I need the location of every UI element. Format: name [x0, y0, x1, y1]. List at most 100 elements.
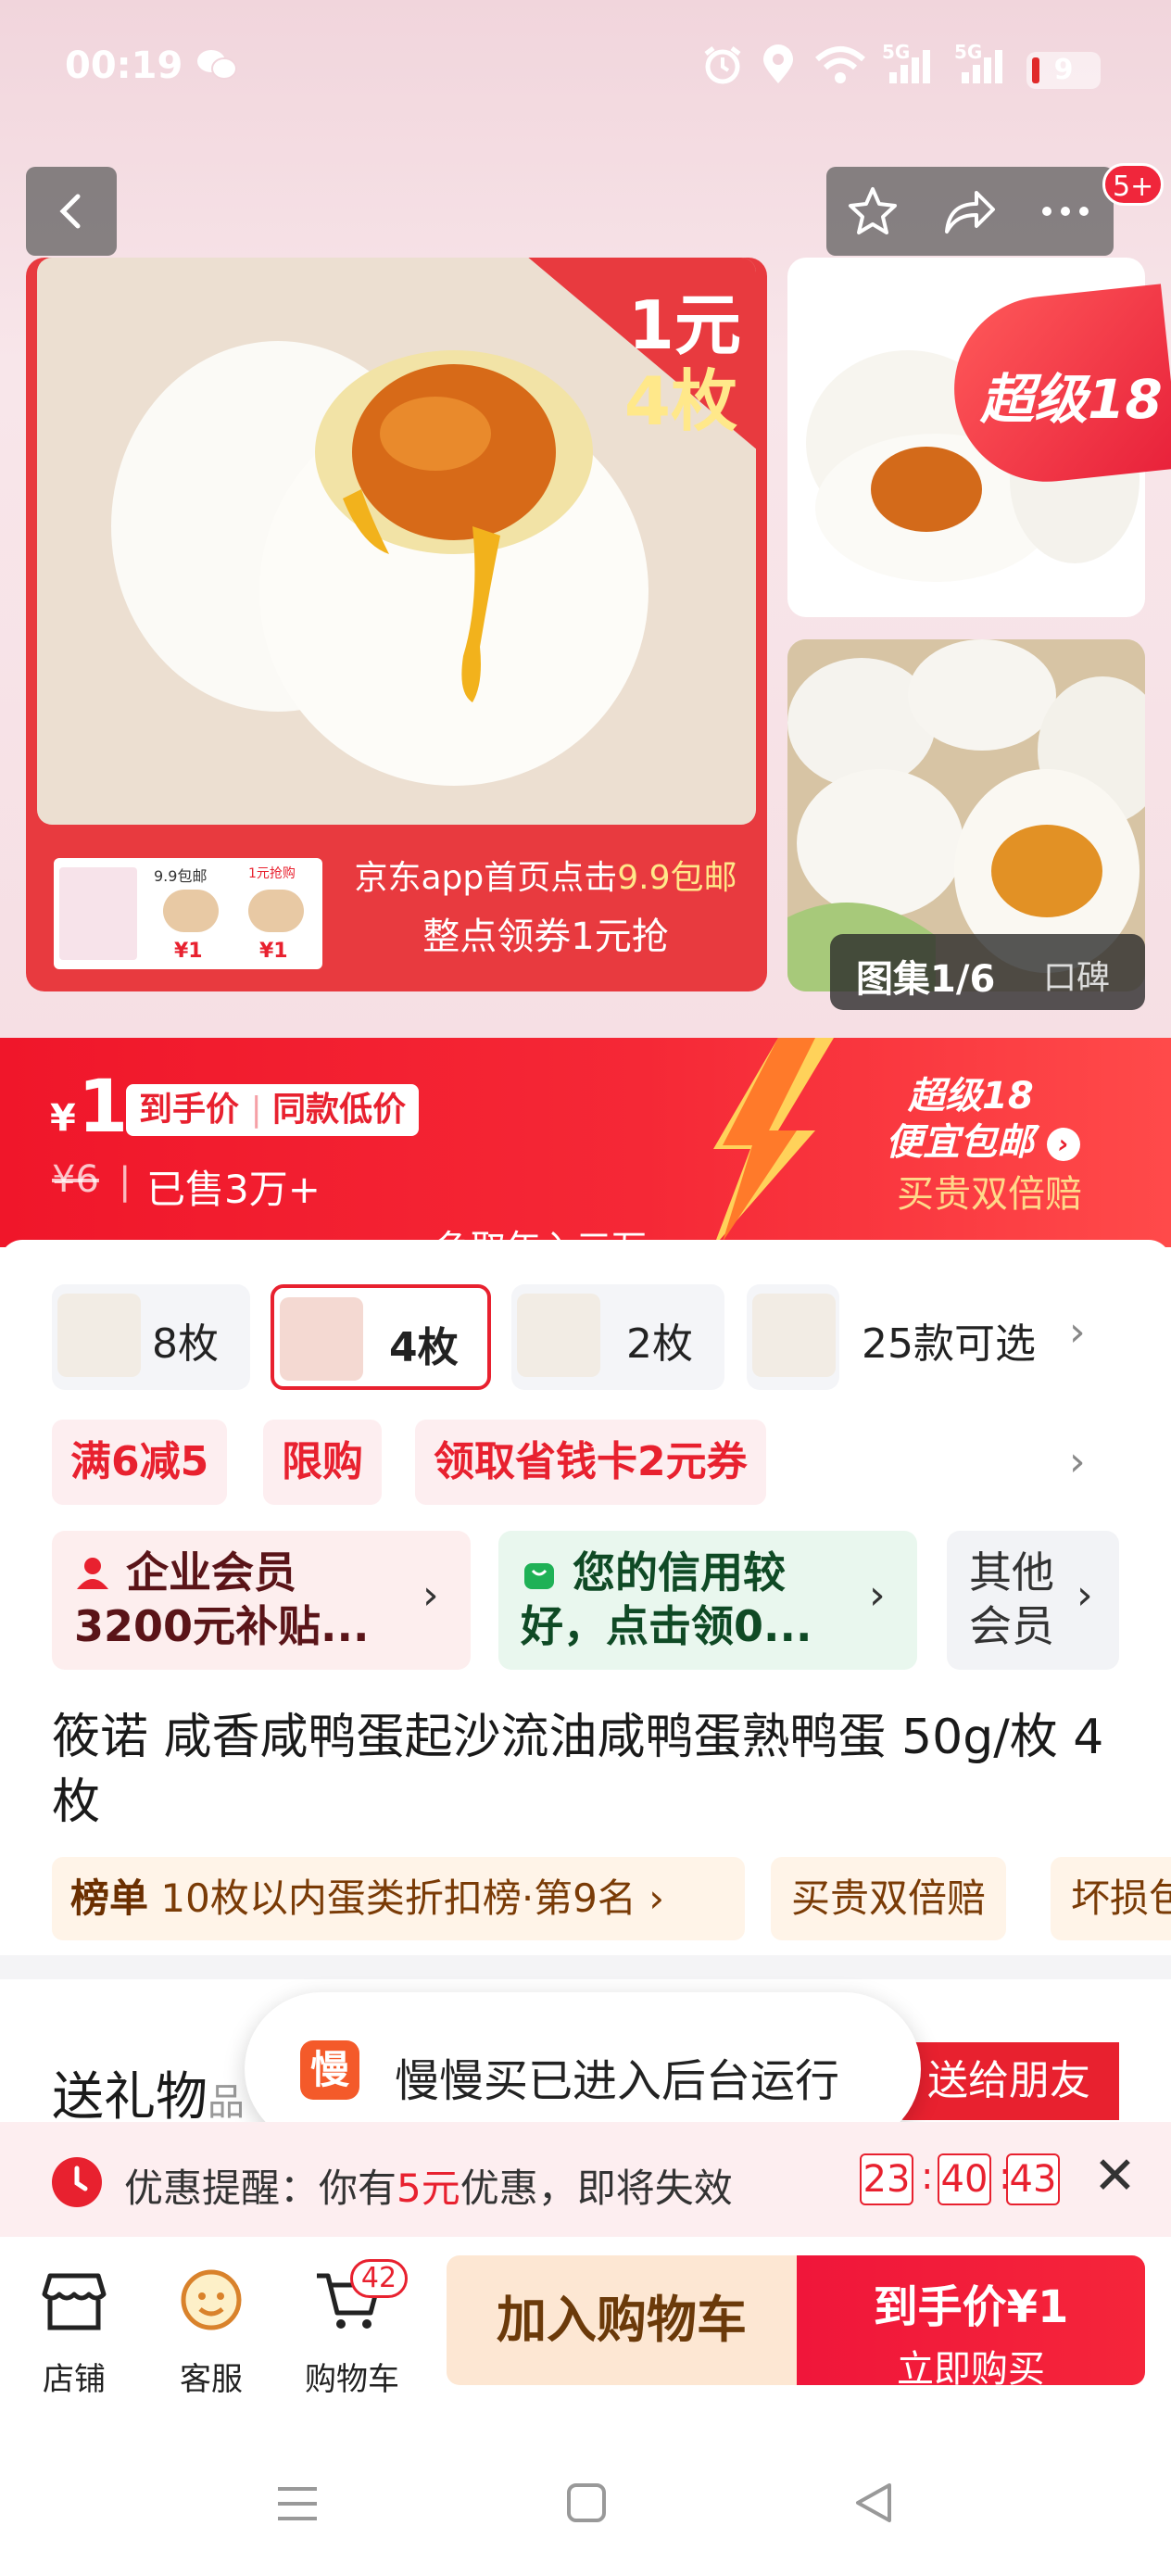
- price-value: 1: [78, 1066, 129, 1149]
- promo-line1: 京东app首页点击9.9包邮: [328, 851, 763, 899]
- location-icon: [763, 44, 793, 83]
- variant-thumb: [752, 1294, 836, 1377]
- status-bar: 00:19 5G 5G 9: [0, 0, 1171, 139]
- buy-now-button[interactable]: 到手价¥1 立即购买: [797, 2255, 1145, 2391]
- damage-guarantee-tag: 坏损包: [1051, 1857, 1171, 1940]
- back-nav-icon[interactable]: [852, 2481, 895, 2524]
- super18-subtitle-text: 便宜包邮: [886, 1121, 1034, 1164]
- variant-thumb: [280, 1297, 363, 1381]
- store-icon[interactable]: [37, 2263, 111, 2337]
- signal-icon: [889, 50, 930, 83]
- variant-8[interactable]: 8枚: [52, 1284, 250, 1390]
- other-member-card[interactable]: 其他 会员 ›: [947, 1531, 1119, 1670]
- countdown-minutes: 40: [938, 2153, 991, 2205]
- promo-thumbnail: 9.9包邮 1元抢购 ¥1 ¥1: [54, 858, 322, 969]
- discount-reminder-bar: 优惠提醒：你有5元优惠，即将失效 23 : 40 : 43 ✕: [0, 2122, 1171, 2237]
- promo-thumb-price-1: ¥1: [174, 940, 203, 963]
- customer-service-icon[interactable]: [174, 2263, 248, 2337]
- coupon-discount[interactable]: 满6减5: [52, 1420, 228, 1505]
- double-compensation: 买贵双倍赔: [897, 1173, 1082, 1216]
- enterprise-member-line1: 企业会员: [74, 1546, 448, 1599]
- message-badge: 5+: [1102, 163, 1165, 206]
- egg-illustration: [111, 341, 648, 786]
- chevron-left-icon: [59, 194, 81, 229]
- promo-thumb-eggs-2: [248, 890, 304, 932]
- chevron-right-icon: ›: [869, 1572, 886, 1619]
- wifi-icon: [815, 46, 865, 83]
- gift-title-text: 送礼物: [52, 2067, 208, 2128]
- buy-now-price: 到手价¥1: [873, 2281, 1069, 2333]
- send-to-friend-button[interactable]: 送给朋友: [899, 2042, 1119, 2120]
- reminder-suffix: 优惠，即将失效: [460, 2166, 733, 2211]
- main-product-image[interactable]: 1元 4枚 9.9包邮 1元抢购 ¥1 ¥1 京东app首页点击9.9包邮 整点…: [26, 258, 767, 991]
- wechat-icon: [197, 50, 237, 80]
- price-tag-final: 到手价: [139, 1091, 240, 1129]
- enterprise-member-title: 企业会员: [126, 1547, 297, 1597]
- service-label[interactable]: 客服: [156, 2354, 267, 2399]
- price-tags: 到手价 | 同款低价: [126, 1084, 420, 1136]
- more-icon[interactable]: [1038, 202, 1093, 221]
- original-price: ¥6: [52, 1158, 99, 1201]
- promo-thumb-label-2: 1元抢购: [248, 866, 296, 881]
- coupon-saver-card[interactable]: 领取省钱卡2元券: [415, 1420, 766, 1505]
- store-label[interactable]: 店铺: [19, 2354, 130, 2399]
- all-variants-link[interactable]: 25款可选: [862, 1310, 1036, 1370]
- variant-4-selected[interactable]: 4枚: [271, 1284, 491, 1390]
- coupon-chevron-icon[interactable]: ›: [1069, 1438, 1086, 1485]
- chevron-right-icon: ›: [648, 1875, 665, 1921]
- variant-thumb: [517, 1294, 600, 1377]
- double-compensation-tag: 买贵双倍赔: [771, 1857, 1007, 1940]
- reviews-tab[interactable]: 口碑: [1043, 951, 1110, 999]
- back-button[interactable]: [26, 167, 117, 256]
- arrow-right-circle-icon: ›: [1046, 1128, 1080, 1161]
- add-to-cart-button[interactable]: 加入购物车: [447, 2255, 797, 2385]
- star-icon[interactable]: [845, 183, 900, 239]
- variant-label: 4枚: [389, 1324, 459, 1371]
- reminder-amount: 5元: [397, 2166, 460, 2211]
- variant-label: 2枚: [626, 1320, 693, 1368]
- close-icon[interactable]: ✕: [1093, 2146, 1137, 2206]
- countdown-hours: 23: [860, 2153, 913, 2205]
- reminder-text: 优惠提醒：你有5元优惠，即将失效: [124, 2157, 733, 2214]
- bottom-action-bar: 店铺 客服 42 购物车 加入购物车 到手价¥1 立即购买: [0, 2237, 1171, 2413]
- chevron-right-icon: ›: [422, 1572, 439, 1619]
- super18-badge: 超级18: [980, 368, 1163, 431]
- cart-label[interactable]: 购物车: [296, 2354, 408, 2399]
- enterprise-member-subsidy: 3200元补贴...: [74, 1601, 370, 1651]
- countdown-seconds: 43: [1006, 2153, 1060, 2205]
- home-icon[interactable]: [565, 2481, 608, 2524]
- chevron-right-icon: ›: [1069, 1308, 1086, 1356]
- credit-line2: 好，点击领0...: [521, 1601, 812, 1651]
- person-icon: [74, 1549, 111, 1589]
- chevron-right-icon: ›: [1077, 1572, 1093, 1619]
- share-icon[interactable]: [939, 183, 999, 239]
- gallery-counter-text: 图集1/6: [856, 958, 996, 1001]
- enterprise-member-card[interactable]: 企业会员 3200元补贴... ›: [52, 1531, 471, 1670]
- variant-more[interactable]: [747, 1284, 839, 1390]
- manmanmai-app-icon: 慢: [300, 2040, 359, 2100]
- promo-thumb-item: [59, 867, 137, 960]
- promo-thumb-label-1: 9.9包邮: [154, 867, 208, 885]
- price-currency: ¥: [50, 1097, 76, 1140]
- promo-thumb-eggs: [163, 890, 219, 932]
- coupon-limit[interactable]: 限购: [263, 1420, 382, 1505]
- battery-indicator: 9: [1026, 52, 1101, 89]
- section-divider: [0, 1955, 1171, 1979]
- promo-line2: 整点领券1元抢: [422, 915, 669, 958]
- product-title: 筱诺 咸香咸鸭蛋起沙流油咸鸭蛋熟鸭蛋 50g/枚 4枚: [52, 1710, 1104, 1830]
- gallery-counter[interactable]: 图集1/6 口碑: [830, 934, 1145, 1010]
- salted-egg-photo: 1元 4枚: [37, 258, 756, 825]
- status-time: 00:19: [65, 44, 183, 87]
- menu-icon[interactable]: [274, 2483, 321, 2524]
- price-band: ¥ 1 到手价 | 同款低价 ¥6 | 已售3万+ 超级18 便宜包邮 › 买贵…: [0, 1038, 1171, 1247]
- variant-2[interactable]: 2枚: [511, 1284, 724, 1390]
- cart-count-badge: 42: [350, 2259, 408, 2298]
- header-actions: [826, 167, 1114, 256]
- lightning-icon: [713, 1038, 834, 1247]
- credit-member-card[interactable]: 您的信用较 好，点击领0... ›: [498, 1531, 917, 1670]
- super18-subtitle[interactable]: 便宜包邮 ›: [886, 1112, 1080, 1166]
- credit-line1: 您的信用较: [521, 1546, 895, 1599]
- ranking-pill[interactable]: 榜单 10枚以内蛋类折扣榜·第9名 ›: [52, 1857, 745, 1940]
- reminder-prefix: 优惠提醒：你有: [124, 2166, 397, 2211]
- gift-title-suffix: 品: [208, 2081, 245, 2124]
